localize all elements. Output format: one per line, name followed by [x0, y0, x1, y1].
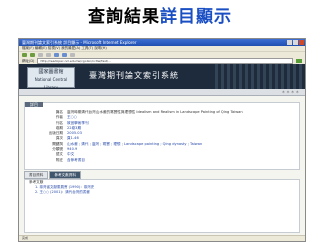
record-row: 作者 王○○: [29, 115, 295, 120]
minimize-icon[interactable]: [287, 40, 292, 45]
library-logo[interactable]: 國家圖書館 National Central Library: [27, 67, 75, 89]
record-fields: 篇名 臺灣時期清代台灣山水畫的寫實性與理想性 Idealism and Reali…: [29, 110, 295, 163]
journal-link[interactable]: 故宮學術季刊: [67, 121, 295, 126]
field-label: 作者: [55, 115, 63, 120]
references-panel: 參考文獻 1. 臺灣省文獻委員會 (1990)：臺灣史 2. 王○○ (2001…: [24, 179, 300, 233]
record-row: 出版日期 2005.03: [29, 131, 295, 136]
browser-window: 臺灣期刊論文索引系統 詳目顯示 - Microsoft Internet Exp…: [18, 38, 306, 242]
field-label: 附註: [55, 157, 63, 162]
browser-toolbar: [19, 51, 305, 58]
maximize-icon[interactable]: [293, 40, 298, 45]
slide-title-black: 查詢結果: [88, 7, 160, 27]
window-buttons: [287, 40, 304, 45]
field-value: 頁1-46: [67, 136, 79, 141]
field-label: 卷期: [55, 125, 63, 130]
home-icon[interactable]: [54, 53, 59, 57]
logo-line1: 國家圖書館: [38, 69, 64, 75]
field-label: 刊名: [55, 120, 63, 125]
field-value: 940.9: [67, 147, 78, 152]
field-value: 含參考書目: [67, 157, 85, 162]
field-value: 22卷3期: [67, 125, 82, 130]
status-bar: 完成: [19, 235, 305, 241]
record-row: 分類號 940.9: [29, 147, 295, 152]
record-tab[interactable]: 詳目: [25, 102, 43, 107]
field-label: 出版日期: [48, 131, 63, 136]
window-titlebar: 臺灣期刊論文索引系統 詳目顯示 - Microsoft Internet Exp…: [19, 39, 305, 46]
field-value: 2005.03: [67, 131, 82, 136]
slide-title-blue: 詳目顯示: [160, 7, 232, 27]
window-title: 臺灣期刊論文索引系統 詳目顯示 - Microsoft Internet Exp…: [22, 40, 137, 45]
tab-references[interactable]: 參考文獻資料: [49, 171, 81, 179]
banner-decoration: [215, 64, 305, 89]
system-name: 臺灣期刊論文索引系統: [89, 71, 179, 80]
keyword-links[interactable]: 山水畫 ; 清代 ; 臺灣 ; 寫實 ; 理想 ; Landscape pain…: [67, 142, 295, 147]
nav-links[interactable]: ＊ ＊ ＊ ＊: [282, 90, 299, 95]
go-button[interactable]: [296, 59, 302, 63]
forward-icon[interactable]: [30, 53, 35, 57]
field-label: 語文: [55, 152, 63, 157]
refresh-icon[interactable]: [46, 53, 51, 57]
field-value: 中文: [67, 152, 75, 157]
stop-icon[interactable]: [38, 53, 43, 57]
record-row: 卷期 22卷3期: [29, 126, 295, 131]
field-label: 篇名: [55, 110, 63, 114]
site-banner: 國家圖書館 National Central Library 臺灣期刊論文索引系…: [19, 64, 305, 89]
logo-line2: National Central Library: [34, 77, 68, 89]
field-label: 分類號: [52, 147, 63, 152]
tab-bibliographic[interactable]: 書目資料: [24, 171, 49, 179]
field-label: 頁次: [55, 136, 63, 141]
record-row: 語文 中文: [29, 152, 295, 157]
reference-item[interactable]: 2. 王○○ (2001)：清代台灣的書畫: [25, 190, 299, 195]
field-value: 臺灣時期清代台灣山水畫的寫實性與理想性 Idealism and Realism…: [67, 110, 243, 114]
field-label: 關鍵詞: [52, 141, 63, 146]
back-icon[interactable]: [22, 53, 27, 57]
search-icon[interactable]: [62, 53, 67, 57]
author-link[interactable]: 王○○: [67, 115, 295, 120]
record-row: 篇名 臺灣時期清代台灣山水畫的寫實性與理想性 Idealism and Reali…: [29, 110, 295, 115]
record-row: 頁次 頁1-46: [29, 136, 295, 141]
slide-title: 查詢結果詳目顯示: [0, 6, 320, 28]
detail-tabs: 書目資料 參考文獻資料: [24, 171, 81, 179]
close-icon[interactable]: [299, 40, 304, 45]
nav-strip: ＊ ＊ ＊ ＊: [19, 89, 305, 96]
record-row: 附註 含參考書目: [29, 158, 295, 163]
record-row: 刊名 故宮學術季刊: [29, 121, 295, 126]
favorites-icon[interactable]: [70, 53, 75, 57]
address-label: 網址(D): [22, 58, 35, 63]
record-panel: 詳目 篇名 臺灣時期清代台灣山水畫的寫實性與理想性 Idealism and Re…: [24, 102, 300, 170]
record-row: 關鍵詞 山水畫 ; 清代 ; 臺灣 ; 寫實 ; 理想 ; Landscape p…: [29, 142, 295, 147]
